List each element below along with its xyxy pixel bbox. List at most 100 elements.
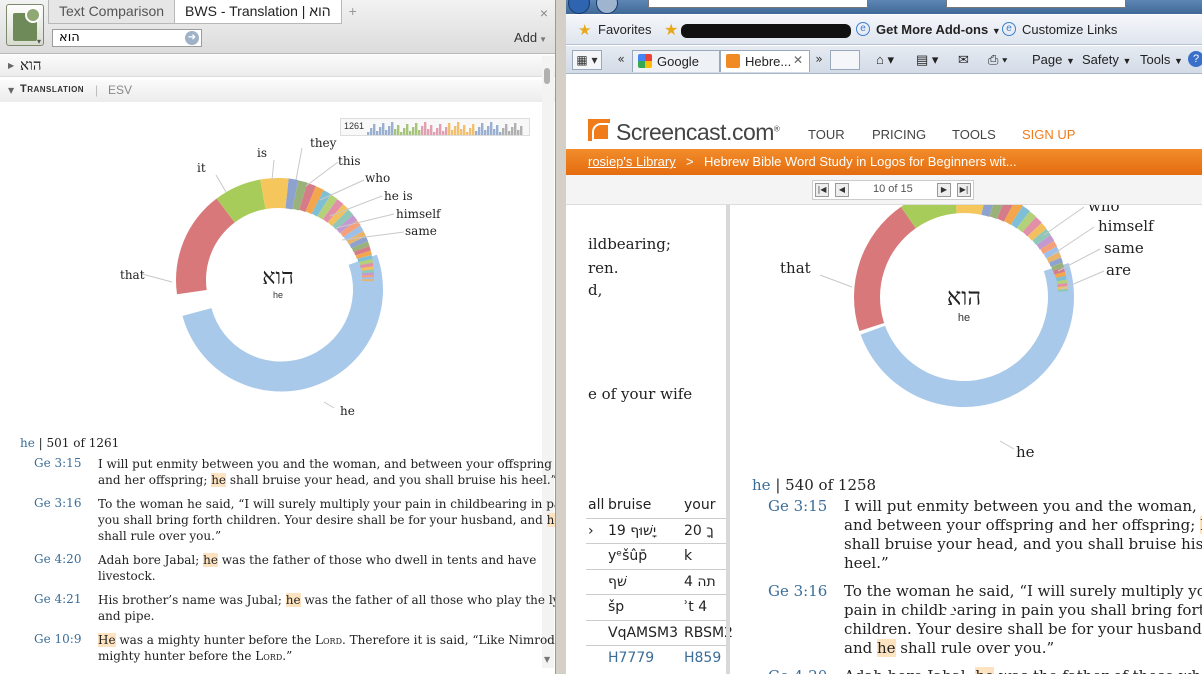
tab-scroll-right-icon[interactable]: » bbox=[812, 50, 826, 70]
mini-graph-bar bbox=[469, 128, 472, 135]
donut-label-it[interactable]: it bbox=[197, 161, 206, 175]
scroll-down-arrow-icon[interactable]: ▼ bbox=[544, 655, 550, 664]
feeds-icon[interactable]: ▤ ▾ bbox=[916, 52, 938, 68]
verse-fragment: was the father of all those who play the… bbox=[300, 593, 556, 607]
scrollbar-thumb[interactable] bbox=[544, 68, 550, 84]
home-icon[interactable]: ⌂ ▾ bbox=[876, 52, 894, 68]
grid-cell: ʾt 4 bbox=[684, 599, 708, 615]
donut-label-is[interactable]: is bbox=[257, 146, 267, 160]
address-bar[interactable] bbox=[648, 0, 868, 8]
verse-line: Adah bore Jabal; he was the father of th… bbox=[98, 552, 536, 568]
video-donut-leader-line bbox=[1043, 206, 1085, 236]
donut-label-that[interactable]: that bbox=[120, 268, 145, 282]
add-button[interactable]: Add ▼ bbox=[514, 30, 547, 45]
video-right-pane: הוא he he that who himself same are he | 540 of… bbox=[732, 205, 1202, 674]
screencast-logo-icon[interactable] bbox=[588, 119, 610, 141]
screencast-video[interactable]: ildbearing; ren. d, e of your wife all br… bbox=[586, 205, 1202, 674]
close-panel-icon[interactable]: × bbox=[540, 5, 548, 21]
verse-fragment: was the father of those who bbox=[994, 667, 1202, 674]
nav-tools[interactable]: TOOLS bbox=[952, 127, 996, 142]
back-button[interactable] bbox=[568, 0, 590, 14]
verse-ref-link[interactable]: Ge 10:9 bbox=[34, 632, 81, 646]
video-donut-leader-line bbox=[819, 274, 853, 288]
add-favorite-icon[interactable]: ★ bbox=[664, 20, 678, 39]
donut-label-who[interactable]: who bbox=[365, 171, 390, 185]
donut-label-he[interactable]: he bbox=[340, 404, 355, 418]
section-hebrew-word[interactable]: ▶ הוא bbox=[0, 55, 555, 77]
scrollbar-track[interactable] bbox=[542, 56, 554, 668]
tab-text-comparison[interactable]: Text Comparison bbox=[48, 0, 176, 24]
version-label[interactable]: ESV bbox=[108, 83, 132, 97]
nav-signup[interactable]: SIGN UP bbox=[1022, 127, 1075, 142]
print-icon[interactable]: ⎙ ▾ bbox=[988, 52, 1007, 68]
verse-ref-link[interactable]: Ge 3:16 bbox=[34, 496, 81, 510]
verse-fragment: and bbox=[844, 639, 877, 657]
forward-button[interactable] bbox=[596, 0, 618, 14]
donut-label-he-is[interactable]: he is bbox=[384, 189, 413, 203]
search-input[interactable]: הוא ➜ bbox=[52, 29, 202, 47]
verse-fragment: children. Your desire shall be for your … bbox=[844, 620, 1202, 638]
collapse-triangle-icon[interactable]: ▼ bbox=[8, 86, 14, 95]
section-translation[interactable]: ▼ Translation | ESV bbox=[0, 80, 555, 102]
screencast-brand[interactable]: Screencast.com® bbox=[616, 119, 780, 146]
tab-bws-translation[interactable]: BWS - Translation | הוא bbox=[174, 0, 342, 24]
add-tab-button[interactable]: + bbox=[341, 0, 365, 24]
donut-leader-line bbox=[215, 174, 227, 193]
donut-label-they[interactable]: they bbox=[310, 136, 337, 150]
favorites-button[interactable]: Favorites bbox=[598, 22, 651, 37]
grid-cell: H859 bbox=[684, 650, 722, 666]
safety-menu[interactable]: Safety ▼ bbox=[1082, 52, 1131, 67]
verse-text: To the woman he said, “I will surely mul… bbox=[844, 582, 1202, 658]
next-page-icon[interactable]: ▶ bbox=[937, 183, 951, 197]
tab-google[interactable]: Google bbox=[632, 50, 720, 72]
donut-label-same[interactable]: same bbox=[405, 224, 437, 238]
get-addons-link[interactable]: Get More Add-ons ▼ bbox=[876, 22, 1001, 37]
donut-segment-minor[interactable] bbox=[361, 277, 374, 280]
verse-line: and her offspring; he shall bruise your … bbox=[98, 472, 555, 488]
translation-donut-chart[interactable]: הואhehethatitistheythiswhohe ishimselfsa… bbox=[100, 120, 460, 430]
verse-ref-link[interactable]: Ge 3:15 bbox=[34, 456, 81, 470]
nav-pricing[interactable]: PRICING bbox=[872, 127, 926, 142]
mini-graph-bar bbox=[496, 125, 499, 135]
translation-heading: Translation bbox=[20, 83, 85, 95]
breadcrumb: rosiep's Library > Hebrew Bible Word Stu… bbox=[566, 149, 1202, 175]
close-tab-icon[interactable]: ✕ bbox=[793, 53, 803, 67]
verse-ref-link[interactable]: Ge 3:16 bbox=[768, 582, 827, 600]
browser-search-box[interactable] bbox=[946, 0, 1126, 8]
favorites-star-icon[interactable]: ★ bbox=[578, 21, 591, 39]
donut-segment-minor[interactable] bbox=[361, 279, 375, 282]
mail-icon[interactable]: ✉ bbox=[958, 52, 969, 68]
verse-fragment: heel.” bbox=[844, 554, 889, 572]
nav-tour[interactable]: TOUR bbox=[808, 127, 845, 142]
highlighted-match: he bbox=[546, 513, 555, 527]
verse-ref-link[interactable]: Ge 4:20 bbox=[768, 667, 827, 674]
prev-page-icon[interactable]: ◀ bbox=[835, 183, 849, 197]
video-donut-leader-line bbox=[1051, 226, 1095, 256]
tab-screencast[interactable]: Hebre... ✕ bbox=[720, 50, 810, 72]
help-icon[interactable]: ? bbox=[1188, 51, 1202, 67]
highlighted-match: he bbox=[975, 667, 994, 674]
breadcrumb-library[interactable]: rosiep's Library bbox=[588, 154, 676, 169]
donut-segment-that[interactable] bbox=[176, 198, 235, 295]
redacted-link[interactable] bbox=[681, 24, 851, 38]
verse-ref-link[interactable]: Ge 3:15 bbox=[768, 497, 827, 515]
go-arrow-icon[interactable]: ➜ bbox=[185, 31, 199, 45]
tab-scroll-left-icon[interactable]: « bbox=[614, 50, 628, 70]
donut-label-this[interactable]: this bbox=[338, 154, 361, 168]
first-page-icon[interactable]: |◀ bbox=[815, 183, 829, 197]
new-tab-button[interactable] bbox=[830, 50, 860, 70]
results-keyword[interactable]: he bbox=[20, 436, 35, 450]
verse-fragment: His brother’s name was Jubal; bbox=[98, 593, 286, 607]
tools-menu[interactable]: Tools ▼ bbox=[1140, 52, 1183, 67]
panel-menu-icon[interactable]: ▾ bbox=[6, 4, 44, 46]
mini-graph-bar bbox=[487, 126, 490, 135]
last-page-icon[interactable]: ▶| bbox=[957, 183, 971, 197]
donut-label-himself[interactable]: himself bbox=[396, 207, 442, 221]
verse-ref-link[interactable]: Ge 4:21 bbox=[34, 592, 81, 606]
quick-tabs-button[interactable]: ▦ ▾ bbox=[572, 50, 602, 70]
page-menu[interactable]: Page ▼ bbox=[1032, 52, 1075, 67]
verse-ref-link[interactable]: Ge 4:20 bbox=[34, 552, 81, 566]
expand-triangle-icon[interactable]: ▶ bbox=[8, 61, 14, 70]
customize-links[interactable]: Customize Links bbox=[1022, 22, 1117, 37]
mini-graph-bar bbox=[505, 124, 508, 135]
